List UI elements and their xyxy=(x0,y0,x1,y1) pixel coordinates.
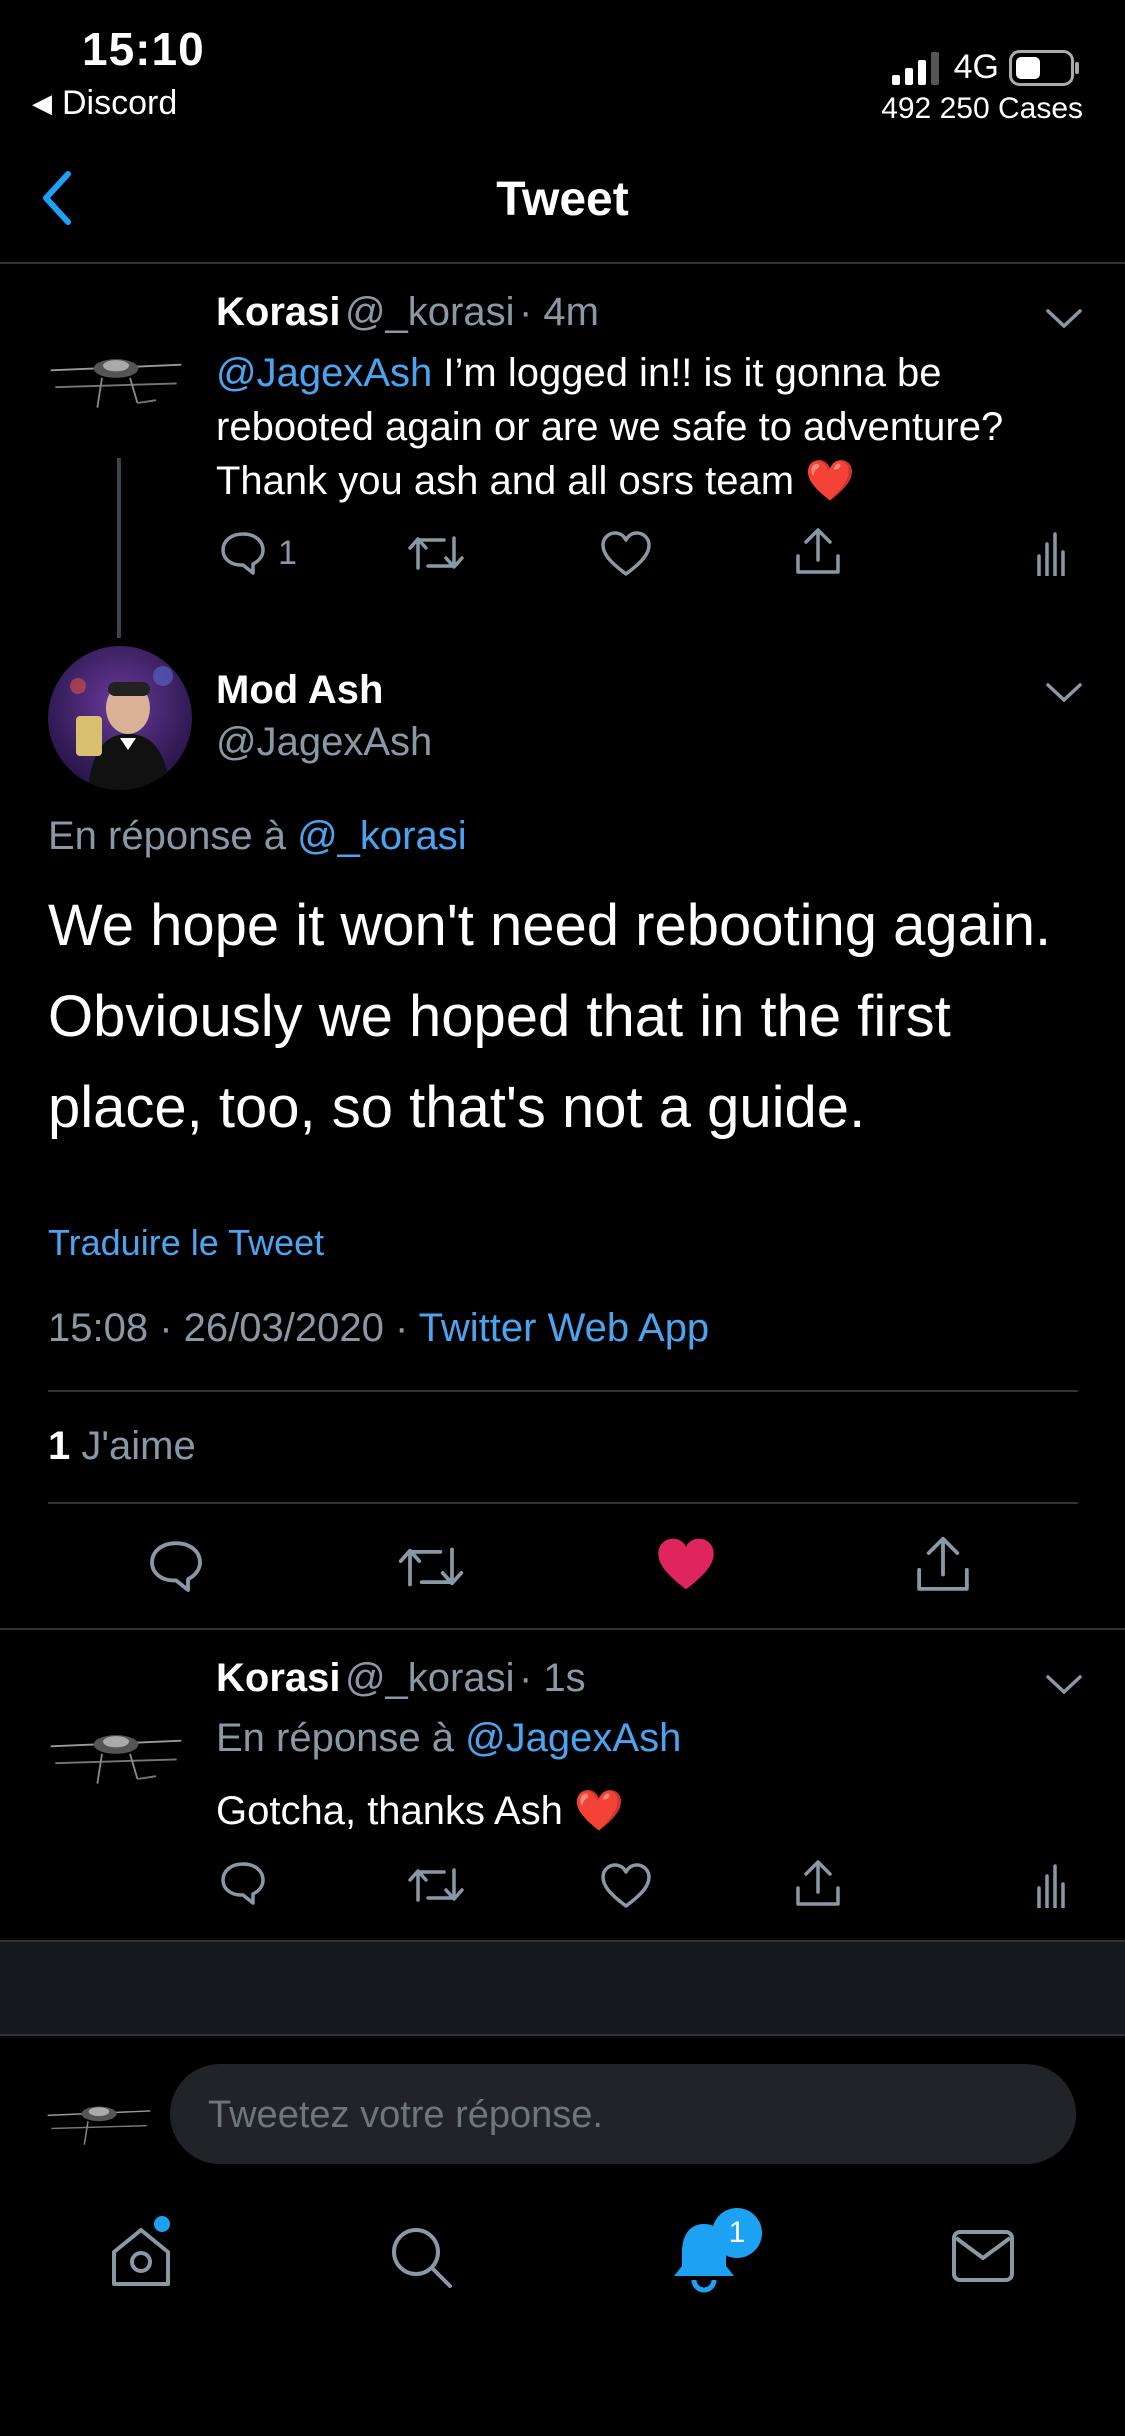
chevron-down-icon xyxy=(1046,683,1082,703)
analytics-icon xyxy=(1037,532,1065,576)
analytics-button[interactable] xyxy=(1034,1862,1068,1908)
profile-photo xyxy=(48,646,192,790)
share-button[interactable] xyxy=(792,526,844,578)
new-content-dot xyxy=(154,2216,170,2232)
share-icon xyxy=(796,1860,840,1906)
drone-avatar-icon xyxy=(50,1735,182,1784)
share-button[interactable] xyxy=(792,1858,844,1910)
main-author-handle[interactable]: @JagexAsh xyxy=(216,720,432,765)
like-button[interactable] xyxy=(600,1862,652,1910)
reply-to-link[interactable]: @_korasi xyxy=(297,814,467,858)
tweet-text: @JagexAsh I’m logged in!! is it gonna be… xyxy=(216,346,1096,508)
avatar-mod-ash[interactable] xyxy=(48,646,192,790)
reply-icon xyxy=(150,1541,202,1592)
author-handle[interactable]: @_korasi xyxy=(345,290,515,334)
network-label: 4G xyxy=(953,48,999,86)
reply-tweet-header: Korasi @_korasi · 1s xyxy=(216,1656,586,1701)
tweet-menu-button[interactable] xyxy=(1044,306,1084,332)
drone-avatar-icon xyxy=(47,2106,151,2145)
heart-outline-icon xyxy=(601,531,651,576)
back-to-app-link[interactable]: ◀ Discord xyxy=(32,84,177,123)
reply-button[interactable] xyxy=(218,1858,268,1908)
author-name-text: Mod Ash xyxy=(216,668,384,712)
composer-avatar xyxy=(44,2084,154,2154)
status-time: 15:10 xyxy=(82,23,205,75)
author-handle[interactable]: @_korasi xyxy=(345,1656,515,1700)
avatar-korasi[interactable] xyxy=(46,330,186,420)
reply-input[interactable]: Tweetez votre réponse. xyxy=(170,2064,1076,2164)
analytics-icon xyxy=(1037,1864,1065,1908)
retweet-button[interactable] xyxy=(406,530,466,576)
main-reply-button[interactable] xyxy=(146,1536,206,1596)
source-link[interactable]: Twitter Web App xyxy=(419,1306,710,1350)
back-triangle-icon: ◀ xyxy=(32,88,52,118)
home-icon xyxy=(112,2228,170,2286)
page-title: Tweet xyxy=(496,173,629,226)
author-name[interactable]: Korasi xyxy=(216,290,341,334)
reply-icon xyxy=(221,532,265,575)
reply-prefix: En réponse à xyxy=(216,1716,466,1760)
divider xyxy=(48,1390,1078,1392)
reply-to-link[interactable]: @JagexAsh xyxy=(465,1716,681,1760)
reply-context: En réponse à @JagexAsh xyxy=(216,1716,681,1761)
divider xyxy=(48,1502,1078,1504)
tab-notifications[interactable]: 1 xyxy=(668,2208,762,2294)
search-icon xyxy=(392,2228,452,2288)
analytics-button[interactable] xyxy=(1034,530,1068,576)
share-icon xyxy=(796,528,840,574)
reply-prefix: En réponse à xyxy=(48,814,298,858)
main-tweet-menu-button[interactable] xyxy=(1044,680,1084,706)
chevron-down-icon xyxy=(1046,309,1082,329)
timestamp: 15:08 · 26/03/2020 · xyxy=(48,1306,419,1350)
heart-outline-icon xyxy=(601,1863,651,1908)
retweet-icon xyxy=(408,1868,464,1902)
reply-tweet-text: Gotcha, thanks Ash ❤️ xyxy=(216,1789,624,1833)
battery-icon xyxy=(1009,49,1079,86)
mention-link[interactable]: @JagexAsh xyxy=(216,351,432,395)
mail-icon xyxy=(952,2230,1014,2282)
retweet-icon xyxy=(398,1547,464,1587)
reply-count: 1 xyxy=(278,533,297,572)
status-cases: 492 250 Cases xyxy=(881,92,1083,125)
tab-home[interactable] xyxy=(106,2216,176,2292)
main-retweet-button[interactable] xyxy=(396,1540,466,1594)
heart-filled-icon xyxy=(658,1538,714,1590)
status-indicators: 4G xyxy=(891,48,1081,87)
tweet-time: · 4m xyxy=(518,290,599,334)
section-separator xyxy=(0,1940,1125,2036)
notifications-badge: 1 xyxy=(712,2208,762,2258)
divider xyxy=(0,1628,1125,1630)
avatar-korasi-reply[interactable] xyxy=(46,1706,186,1796)
author-name[interactable]: Korasi xyxy=(216,1656,341,1700)
chevron-down-icon xyxy=(1046,1675,1082,1695)
tweet-header: Korasi @_korasi · 4m xyxy=(216,290,599,335)
reply-context: En réponse à @_korasi xyxy=(48,814,467,859)
reply-tweet-menu-button[interactable] xyxy=(1044,1672,1084,1698)
tab-messages[interactable] xyxy=(950,2226,1016,2286)
drone-avatar-icon xyxy=(50,359,182,408)
reply-button[interactable]: 1 xyxy=(218,528,297,578)
signal-icon xyxy=(891,51,939,85)
retweet-button[interactable] xyxy=(406,1862,466,1908)
translate-link[interactable]: Traduire le Tweet xyxy=(48,1222,324,1264)
share-icon xyxy=(917,1536,969,1591)
back-app-label: Discord xyxy=(62,84,178,122)
likes-count: 1 xyxy=(48,1424,71,1468)
main-share-button[interactable] xyxy=(912,1534,974,1596)
like-button[interactable] xyxy=(600,530,652,578)
main-tweet-text: We hope it won't need rebooting again. O… xyxy=(48,893,1052,1140)
main-author-name[interactable]: Mod Ash xyxy=(216,668,383,713)
retweet-icon xyxy=(408,536,464,570)
reply-icon xyxy=(221,1862,265,1905)
thread-line xyxy=(117,458,121,638)
tab-search[interactable] xyxy=(386,2222,456,2292)
tweet-meta: 15:08 · 26/03/2020 · Twitter Web App xyxy=(48,1306,709,1351)
tweet-time: · 1s xyxy=(518,1656,586,1700)
main-like-button[interactable] xyxy=(656,1536,716,1592)
likes-label: J'aime xyxy=(70,1424,196,1468)
likes-summary[interactable]: 1 J'aime xyxy=(48,1424,196,1469)
